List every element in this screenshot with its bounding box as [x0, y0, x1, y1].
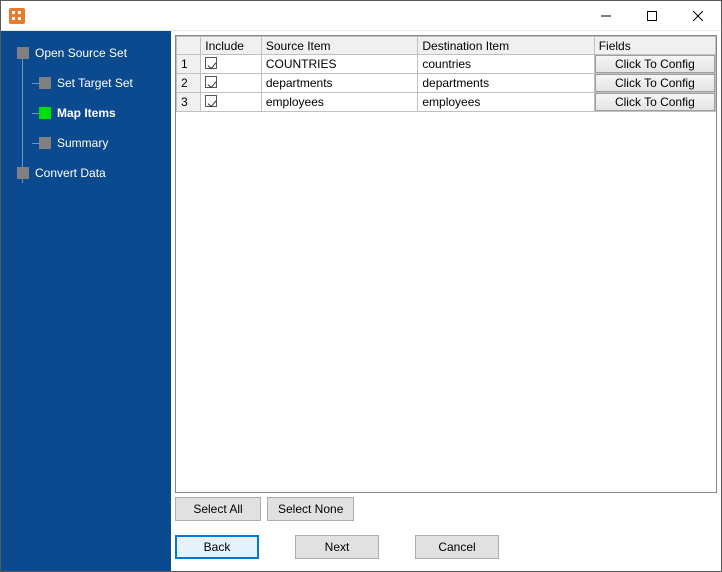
step-convert-data[interactable]: Convert Data [11, 161, 171, 185]
row-number[interactable]: 2 [177, 74, 201, 93]
app-window: Open Source Set Set Target Set Map Items… [0, 0, 722, 572]
wizard-step-tree: Open Source Set Set Target Set Map Items… [1, 41, 171, 185]
step-label: Summary [57, 136, 108, 150]
fields-cell: Click To Config [594, 55, 715, 74]
maximize-button[interactable] [629, 1, 675, 30]
table-row[interactable]: 3employeesemployeesClick To Config [177, 93, 716, 112]
titlebar[interactable] [1, 1, 721, 31]
include-checkbox[interactable] [205, 95, 217, 107]
step-status-icon [39, 137, 51, 149]
fields-cell: Click To Config [594, 93, 715, 112]
table-row[interactable]: 1 COUNTRIEScountriesClick To Config [177, 55, 716, 74]
step-map-items[interactable]: Map Items [11, 101, 171, 125]
include-cell[interactable] [201, 55, 262, 74]
mapping-grid: Include Source Item Destination Item Fie… [176, 36, 716, 112]
table-row[interactable]: 2departmentsdepartmentsClick To Config [177, 74, 716, 93]
step-set-target-set[interactable]: Set Target Set [11, 71, 171, 95]
config-fields-button[interactable]: Click To Config [595, 93, 715, 111]
step-status-icon [17, 47, 29, 59]
source-item-cell[interactable]: COUNTRIES [261, 55, 418, 74]
next-button[interactable]: Next [295, 535, 379, 559]
config-fields-button[interactable]: Click To Config [595, 74, 715, 92]
minimize-button[interactable] [583, 1, 629, 30]
cancel-button[interactable]: Cancel [415, 535, 499, 559]
include-cell[interactable] [201, 93, 262, 112]
wizard-sidebar: Open Source Set Set Target Set Map Items… [1, 31, 171, 571]
fields-cell: Click To Config [594, 74, 715, 93]
include-checkbox[interactable] [205, 76, 217, 88]
step-open-source-set[interactable]: Open Source Set [11, 41, 171, 65]
header-rownum[interactable] [177, 37, 201, 55]
header-include[interactable]: Include [201, 37, 262, 55]
mapping-grid-container: Include Source Item Destination Item Fie… [175, 35, 717, 493]
destination-item-cell[interactable]: employees [418, 93, 594, 112]
app-icon [9, 8, 25, 24]
selection-buttons: Select All Select None [171, 493, 721, 525]
step-label: Open Source Set [35, 46, 127, 60]
main-panel: Include Source Item Destination Item Fie… [171, 31, 721, 571]
close-button[interactable] [675, 1, 721, 30]
destination-item-cell[interactable]: departments [418, 74, 594, 93]
select-none-button[interactable]: Select None [267, 497, 354, 521]
row-number[interactable]: 1 [177, 55, 201, 74]
header-source-item[interactable]: Source Item [261, 37, 418, 55]
step-status-icon [39, 107, 51, 119]
header-fields[interactable]: Fields [594, 37, 715, 55]
source-item-cell[interactable]: employees [261, 93, 418, 112]
select-all-button[interactable]: Select All [175, 497, 261, 521]
step-label: Convert Data [35, 166, 106, 180]
back-button[interactable]: Back [175, 535, 259, 559]
step-label: Set Target Set [57, 76, 133, 90]
step-label: Map Items [57, 106, 116, 120]
config-fields-button[interactable]: Click To Config [595, 55, 715, 73]
step-status-icon [39, 77, 51, 89]
include-checkbox[interactable] [205, 57, 217, 69]
step-status-icon [17, 167, 29, 179]
header-destination-item[interactable]: Destination Item [418, 37, 594, 55]
source-item-cell[interactable]: departments [261, 74, 418, 93]
row-number[interactable]: 3 [177, 93, 201, 112]
window-controls [583, 1, 721, 30]
destination-item-cell[interactable]: countries [418, 55, 594, 74]
grid-header-row: Include Source Item Destination Item Fie… [177, 37, 716, 55]
step-summary[interactable]: Summary [11, 131, 171, 155]
wizard-nav-buttons: Back Next Cancel [171, 525, 721, 571]
include-cell[interactable] [201, 74, 262, 93]
